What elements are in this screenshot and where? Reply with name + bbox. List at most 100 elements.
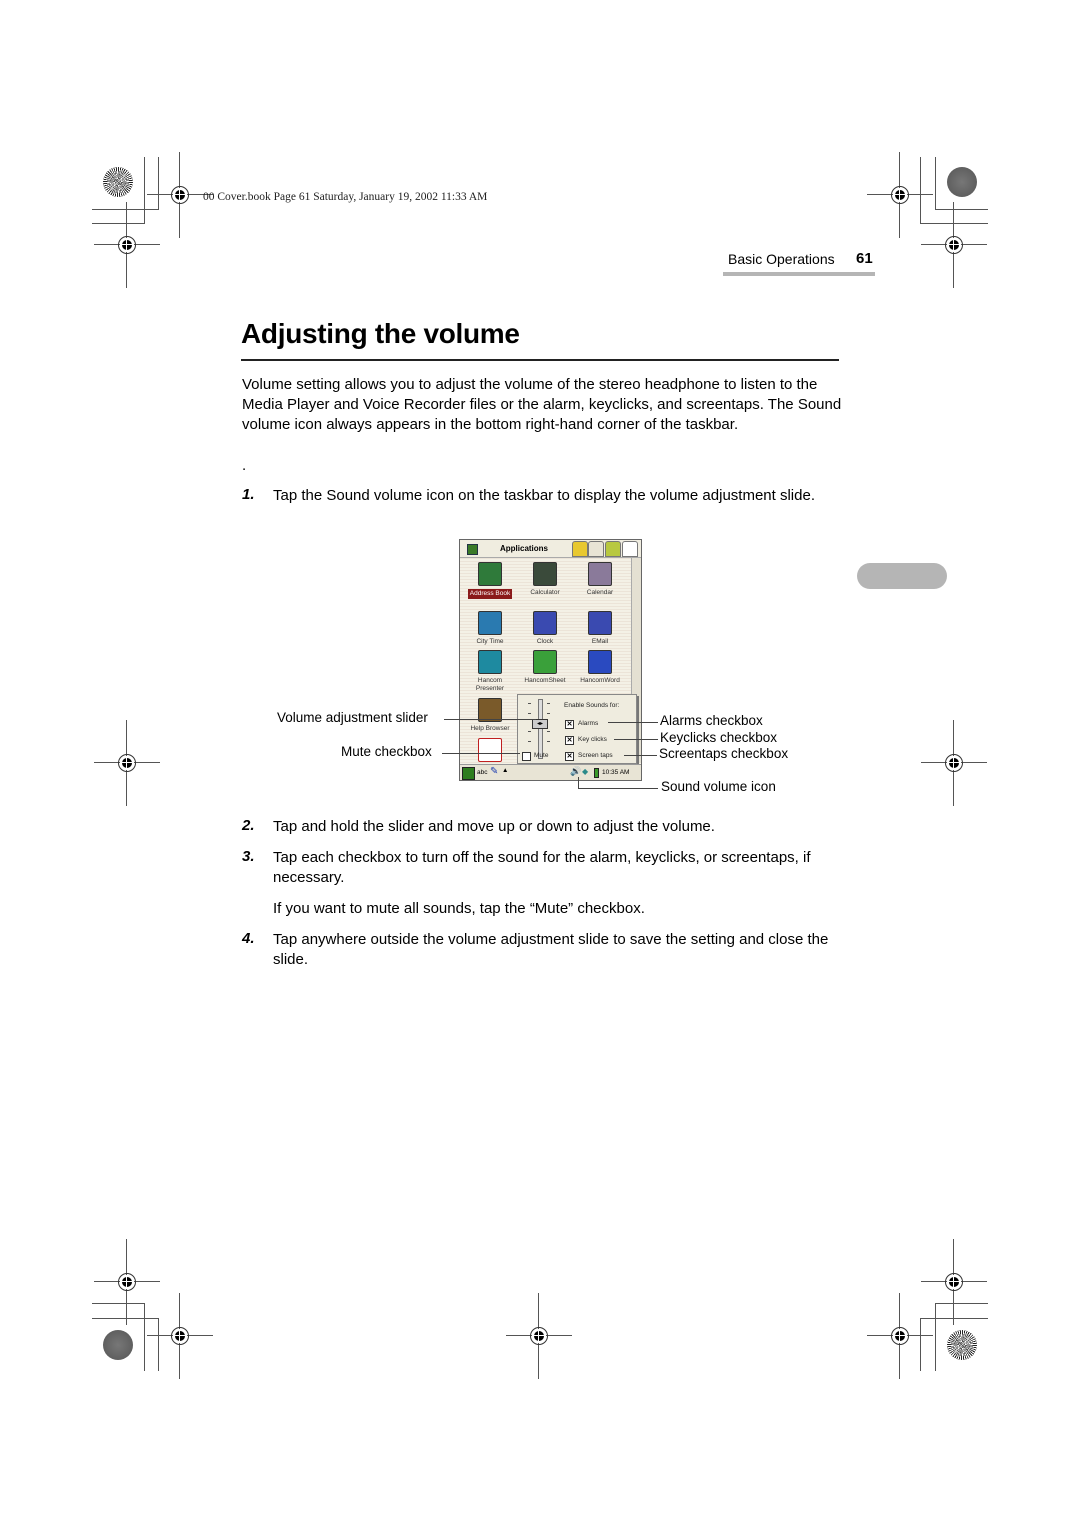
- app-label: HancomWord: [580, 677, 620, 684]
- document-tab-icon[interactable]: [622, 541, 638, 557]
- app-label: Address Book: [467, 589, 513, 599]
- registration-mark: [94, 720, 160, 806]
- mute-checkbox[interactable]: [522, 752, 531, 761]
- callout-volume-slider: Volume adjustment slider: [277, 710, 428, 725]
- alarms-label: Alarms: [578, 720, 599, 727]
- app-item[interactable]: Address Book: [463, 562, 517, 599]
- pen-icon[interactable]: ✎: [490, 766, 498, 777]
- app-label: Calendar: [586, 589, 614, 596]
- registration-mark: [921, 720, 987, 806]
- start-icon[interactable]: [462, 767, 475, 780]
- app-label: Hancom Presenter: [475, 677, 505, 692]
- registration-mark: [94, 202, 160, 288]
- calendar-icon: [588, 562, 612, 586]
- callout-sound-icon: Sound volume icon: [661, 779, 776, 794]
- volume-slider-track[interactable]: [538, 699, 543, 759]
- app-item[interactable]: Hancom Presenter: [463, 650, 517, 693]
- word-icon: [588, 650, 612, 674]
- opera-icon: [478, 738, 502, 762]
- callout-line: [608, 722, 658, 723]
- title-rule: [241, 359, 839, 361]
- running-header-rule: [723, 272, 875, 276]
- gray-disc-mark: [103, 1330, 133, 1360]
- registration-mark: [867, 1293, 933, 1379]
- enable-sounds-heading: Enable Sounds for:: [564, 702, 620, 709]
- step-note: If you want to mute all sounds, tap the …: [273, 900, 645, 917]
- crop-mark: [144, 1303, 145, 1371]
- smiley-tab-icon[interactable]: [572, 541, 588, 557]
- window-titlebar: Applications: [460, 540, 641, 558]
- crop-mark: [158, 1318, 159, 1371]
- app-item[interactable]: Calculator: [518, 562, 572, 597]
- crop-mark: [92, 1318, 159, 1319]
- up-arrow-icon[interactable]: ▲: [502, 767, 508, 774]
- step-number: 3.: [242, 848, 255, 865]
- battery-icon: [594, 768, 599, 778]
- crop-mark: [935, 157, 936, 209]
- crop-mark: [144, 157, 145, 224]
- callout-screentaps: Screentaps checkbox: [659, 746, 789, 761]
- applications-icon: [467, 544, 478, 555]
- registration-mark: [147, 152, 213, 238]
- callout-mute: Mute checkbox: [341, 744, 432, 759]
- intro-paragraph: Volume setting allows you to adjust the …: [242, 376, 842, 433]
- step-text: Tap and hold the slider and move up or d…: [273, 818, 715, 835]
- sound-volume-icon[interactable]: 🔊: [570, 766, 581, 777]
- app-item[interactable]: HancomWord: [573, 650, 627, 685]
- callout-line: [444, 719, 536, 720]
- sunburst-mark: [947, 1330, 977, 1360]
- tools-tab-icon[interactable]: [605, 541, 621, 557]
- registration-mark: [921, 1239, 987, 1325]
- callout-keyclicks: Keyclicks checkbox: [660, 730, 778, 745]
- step-number: 2.: [242, 817, 255, 834]
- crop-mark: [92, 223, 145, 224]
- app-item[interactable]: Calendar: [573, 562, 627, 597]
- app-item[interactable]: [463, 738, 517, 765]
- app-item[interactable]: Help Browser: [463, 698, 517, 733]
- presenter-icon: [478, 650, 502, 674]
- crop-mark: [920, 157, 921, 224]
- globe-icon: [478, 611, 502, 635]
- calculator-icon: [533, 562, 557, 586]
- crop-mark: [92, 1303, 145, 1304]
- crop-mark: [935, 1303, 936, 1371]
- app-label: Calculator: [530, 589, 560, 596]
- taskbar: abc ✎ ▲ 🔊 ◆ 10:35 AM: [460, 764, 641, 780]
- app-label: Clock: [536, 638, 554, 645]
- page-title: Adjusting the volume: [241, 318, 520, 349]
- step-number: 4.: [242, 930, 255, 947]
- crop-mark: [920, 1318, 988, 1319]
- network-icon: ◆: [582, 767, 589, 776]
- keyclicks-checkbox[interactable]: ✕: [565, 736, 574, 745]
- app-item[interactable]: HancomSheet: [518, 650, 572, 685]
- registration-mark: [867, 152, 933, 238]
- device-screenshot: Applications Address Book Calculator Calen…: [459, 539, 642, 781]
- app-item[interactable]: EMail: [573, 611, 627, 646]
- app-item[interactable]: City Time: [463, 611, 517, 646]
- chapter-thumb-tab: [857, 563, 947, 589]
- app-label: EMail: [591, 638, 609, 645]
- alarms-checkbox[interactable]: ✕: [565, 720, 574, 729]
- mute-label: Mute: [534, 752, 549, 759]
- volume-slider-knob[interactable]: ◂▸: [532, 719, 548, 729]
- app-item[interactable]: Clock: [518, 611, 572, 646]
- step-text: Tap anywhere outside the volume adjustme…: [273, 931, 829, 968]
- sheet-icon: [533, 650, 557, 674]
- step-number: 1.: [242, 486, 255, 503]
- at-sign-icon: [478, 562, 502, 586]
- callout-line: [578, 788, 658, 789]
- envelope-icon: [588, 611, 612, 635]
- crop-mark: [935, 209, 988, 210]
- input-mode[interactable]: abc: [477, 769, 487, 776]
- screentaps-checkbox[interactable]: ✕: [565, 752, 574, 761]
- clock-icon: [533, 611, 557, 635]
- sunburst-mark: [103, 167, 133, 197]
- callout-line: [578, 777, 579, 788]
- screentaps-label: Screen taps: [578, 752, 613, 759]
- volume-panel: ◂▸ Mute Enable Sounds for: ✕ Alarms ✕ Ke…: [517, 694, 637, 764]
- settings-tab-icon[interactable]: [588, 541, 604, 557]
- slug-line: 00 Cover.book Page 61 Saturday, January …: [203, 191, 488, 203]
- callout-line: [442, 753, 520, 754]
- crop-mark: [935, 1303, 988, 1304]
- gray-disc-mark: [947, 167, 977, 197]
